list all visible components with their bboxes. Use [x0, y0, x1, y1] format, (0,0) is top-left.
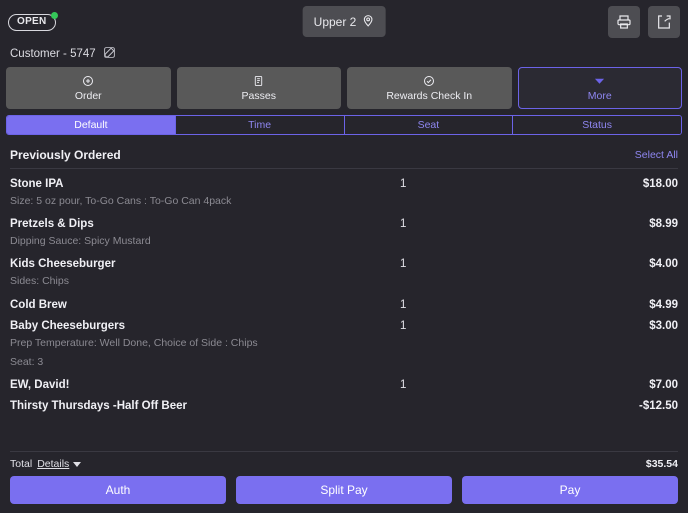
filter-tab-default[interactable]: Default	[7, 116, 176, 134]
filter-tab-time[interactable]: Time	[176, 116, 345, 134]
map-pin-icon	[361, 14, 374, 30]
section-header: Previously Ordered Select All	[0, 142, 688, 168]
location-chip-label: Upper 2	[314, 15, 357, 29]
chevron-down-icon[interactable]	[73, 462, 81, 467]
filter-tab-bar: Default Time Seat Status	[6, 115, 682, 135]
item-name: Baby Cheeseburgers	[10, 320, 400, 332]
total-label: Total	[10, 458, 32, 470]
details-link[interactable]: Details	[37, 458, 69, 470]
item-modifiers: Sides: Chips	[10, 274, 678, 289]
chevron-down-icon	[594, 75, 605, 87]
list-item[interactable]: Kids Cheeseburger 1 $4.00 Sides: Chips	[10, 249, 678, 289]
order-footer: Total Details $35.54 Auth Split Pay Pay	[0, 451, 688, 513]
action-tab-bar: Order Passes Rewards Check In More	[0, 67, 688, 109]
item-name: Cold Brew	[10, 299, 400, 311]
list-item[interactable]: Pretzels & Dips 1 $8.99 Dipping Sauce: S…	[10, 209, 678, 249]
status-badge-label: OPEN	[17, 16, 47, 27]
item-quantity: 1	[400, 258, 500, 270]
item-name: EW, David!	[10, 379, 400, 391]
action-tab-more-label: More	[588, 90, 612, 102]
action-tab-passes[interactable]: Passes	[177, 67, 342, 109]
item-quantity: 1	[400, 178, 500, 190]
edit-pencil-icon[interactable]	[103, 46, 116, 62]
list-item[interactable]: Stone IPA 1 $18.00 Size: 5 oz pour, To-G…	[10, 169, 678, 209]
item-modifiers: Size: 5 oz pour, To-Go Cans : To-Go Can …	[10, 194, 678, 209]
list-item-discount[interactable]: Thirsty Thursdays -Half Off Beer -$12.50	[10, 391, 678, 412]
item-quantity: 1	[400, 299, 500, 311]
header-actions	[608, 6, 680, 38]
item-name: Kids Cheeseburger	[10, 258, 400, 270]
location-chip[interactable]: Upper 2	[303, 6, 386, 37]
split-pay-button[interactable]: Split Pay	[236, 476, 452, 504]
ticket-icon	[253, 75, 264, 87]
check-circle-icon	[423, 75, 435, 87]
app-header: OPEN Upper 2	[0, 0, 688, 44]
printer-icon	[616, 14, 632, 30]
item-price: $7.00	[649, 379, 678, 391]
item-modifiers: Dipping Sauce: Spicy Mustard	[10, 234, 678, 249]
pay-button[interactable]: Pay	[462, 476, 678, 504]
customer-row: Customer - 5747	[0, 44, 688, 64]
order-screen: OPEN Upper 2	[0, 0, 688, 513]
plus-circle-icon	[82, 75, 94, 87]
filter-tab-seat[interactable]: Seat	[345, 116, 514, 134]
status-dot-icon	[51, 12, 58, 19]
share-export-icon	[656, 14, 672, 30]
action-tab-order[interactable]: Order	[6, 67, 171, 109]
list-item[interactable]: Baby Cheeseburgers 1 $3.00 Prep Temperat…	[10, 311, 678, 370]
item-name: Thirsty Thursdays -Half Off Beer	[10, 400, 400, 412]
customer-label: Customer - 5747	[10, 48, 96, 60]
print-button[interactable]	[608, 6, 640, 38]
item-price: -$12.50	[639, 400, 678, 412]
item-price: $4.00	[649, 258, 678, 270]
action-tab-rewards-check-in[interactable]: Rewards Check In	[347, 67, 512, 109]
action-tab-rewards-check-in-label: Rewards Check In	[386, 90, 472, 102]
page-title: Previously Ordered	[10, 148, 121, 162]
item-price: $18.00	[643, 178, 678, 190]
item-price: $3.00	[649, 320, 678, 332]
item-name: Pretzels & Dips	[10, 218, 400, 230]
item-modifiers: Prep Temperature: Well Done, Choice of S…	[10, 336, 678, 351]
list-item[interactable]: EW, David! 1 $7.00	[10, 370, 678, 391]
list-item[interactable]: Cold Brew 1 $4.99	[10, 290, 678, 311]
item-quantity: 1	[400, 218, 500, 230]
action-tab-more[interactable]: More	[518, 67, 683, 109]
item-price: $8.99	[649, 218, 678, 230]
order-item-list: Stone IPA 1 $18.00 Size: 5 oz pour, To-G…	[0, 169, 688, 451]
item-seat: Seat: 3	[10, 355, 678, 370]
total-amount: $35.54	[646, 458, 678, 470]
item-quantity: 1	[400, 320, 500, 332]
auth-button[interactable]: Auth	[10, 476, 226, 504]
select-all-link[interactable]: Select All	[635, 149, 678, 161]
total-row: Total Details $35.54	[0, 452, 688, 476]
item-name: Stone IPA	[10, 178, 400, 190]
filter-tab-status[interactable]: Status	[513, 116, 681, 134]
action-tab-passes-label: Passes	[242, 90, 276, 102]
item-price: $4.99	[649, 299, 678, 311]
status-badge: OPEN	[8, 14, 56, 31]
action-tab-order-label: Order	[75, 90, 102, 102]
payment-button-row: Auth Split Pay Pay	[0, 476, 688, 513]
item-quantity: 1	[400, 379, 500, 391]
share-button[interactable]	[648, 6, 680, 38]
